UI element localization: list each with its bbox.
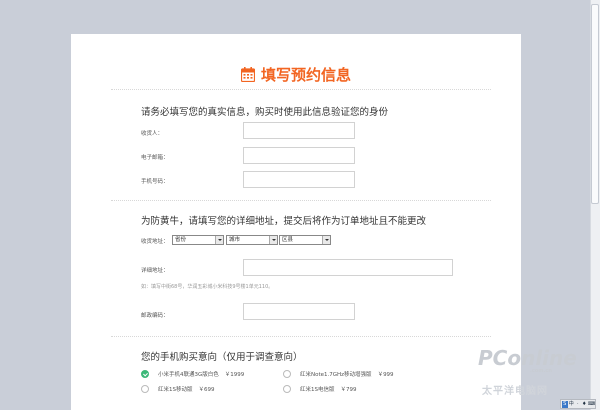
form-title-text: 填写预约信息 bbox=[260, 66, 351, 84]
divider bbox=[111, 200, 491, 201]
page-scrollbar[interactable] bbox=[590, 0, 600, 410]
phone-option[interactable]: 红米1S电信版 ￥799 bbox=[283, 385, 357, 393]
ime-mode-icon[interactable]: 中 bbox=[569, 401, 575, 408]
chevron-down-icon bbox=[215, 236, 223, 244]
scrollbar-thumb[interactable] bbox=[591, 4, 599, 204]
keyboard-icon[interactable]: ⌨ bbox=[588, 401, 595, 408]
ime-logo-icon[interactable]: S bbox=[562, 400, 568, 408]
phone-label: 手机号码： bbox=[141, 179, 169, 185]
ime-toolbar[interactable]: S 中 · ♦ ⌨ bbox=[560, 399, 596, 409]
identity-heading: 请务必填写您的真实信息，购买时使用此信息验证您的身份 bbox=[141, 107, 389, 118]
chevron-down-icon bbox=[269, 236, 277, 244]
divider bbox=[111, 89, 491, 90]
region-label: 收货地址： bbox=[141, 239, 169, 245]
phone-option[interactable]: 红米Note1.7GHz移动增强版 ￥999 bbox=[283, 370, 394, 378]
divider bbox=[111, 336, 491, 337]
ime-punct-icon[interactable]: · bbox=[575, 401, 581, 408]
reservation-form-card: 填写预约信息 请务必填写您的真实信息，购买时使用此信息验证您的身份 收货人： 电… bbox=[71, 34, 521, 410]
radio-icon[interactable] bbox=[283, 370, 291, 378]
email-label: 电子邮箱： bbox=[141, 155, 169, 161]
address-hint: 如：填写中街68号，华润五彩城小米科技9号楼1单元110。 bbox=[141, 284, 274, 290]
consignee-label: 收货人： bbox=[141, 131, 164, 137]
detail-address-label: 详细地址： bbox=[141, 268, 169, 274]
consignee-input[interactable] bbox=[243, 122, 355, 139]
zip-input[interactable] bbox=[243, 303, 355, 320]
district-select[interactable]: 区县 bbox=[279, 235, 331, 245]
address-heading: 为防黄牛，请填写您的详细地址，提交后将作为订单地址且不能更改 bbox=[141, 216, 427, 227]
detail-address-input[interactable] bbox=[243, 259, 453, 276]
radio-icon[interactable] bbox=[283, 385, 291, 393]
calendar-icon bbox=[240, 67, 255, 82]
province-select[interactable]: 省份 bbox=[172, 235, 224, 245]
chevron-down-icon bbox=[322, 236, 330, 244]
intent-heading: 您的手机购买意向（仅用于调查意向） bbox=[141, 352, 303, 363]
phone-option[interactable]: 红米1S移动版 ￥699 bbox=[141, 385, 215, 393]
zip-label: 邮政编码： bbox=[141, 313, 169, 319]
ime-skin-icon[interactable]: ♦ bbox=[582, 401, 588, 408]
phone-input[interactable] bbox=[243, 171, 355, 188]
email-input[interactable] bbox=[243, 147, 355, 164]
city-select[interactable]: 城市 bbox=[226, 235, 278, 245]
form-title: 填写预约信息 bbox=[71, 64, 521, 86]
phone-option[interactable]: 小米手机4联通3G版白色 ￥1999 bbox=[141, 370, 244, 378]
check-circle-icon[interactable] bbox=[141, 370, 149, 378]
pconline-watermark: PConline .com.cn bbox=[478, 346, 577, 374]
pconline-watermark-cn: 太平洋电脑网 bbox=[482, 386, 548, 397]
radio-icon[interactable] bbox=[141, 385, 149, 393]
